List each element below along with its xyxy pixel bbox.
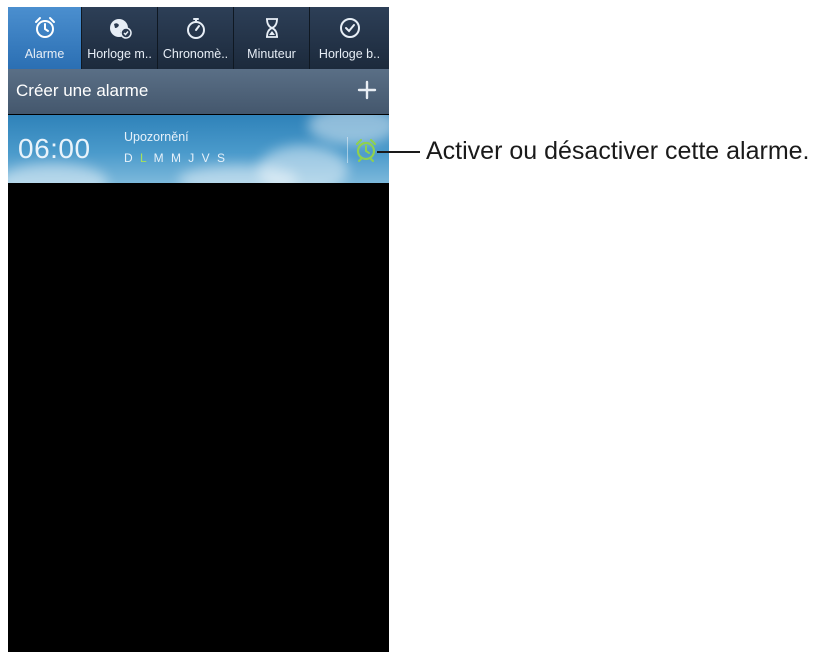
day-indicator: M <box>153 151 166 165</box>
alarm-time: 06:00 <box>18 133 91 164</box>
tab-alarm[interactable]: Alarme <box>8 7 82 69</box>
tab-desk-clock[interactable]: Horloge b.. <box>310 7 389 69</box>
tab-timer-label: Minuteur <box>247 47 296 61</box>
create-alarm-row[interactable]: Créer une alarme <box>8 69 389 114</box>
plus-icon[interactable] <box>357 80 377 100</box>
day-indicator: M <box>170 151 183 165</box>
create-alarm-label: Créer une alarme <box>16 81 149 100</box>
callout-text: Activer ou désactiver cette alarme. <box>426 137 810 165</box>
day-indicator: S <box>216 151 227 165</box>
alarm-days: D L M M J V S <box>124 151 227 165</box>
tab-bar: Alarme Horloge m.. Chronomè.. Minuteur H… <box>8 7 389 69</box>
callout-line <box>377 151 420 153</box>
day-indicator: J <box>188 151 197 165</box>
alarm-name: Upozornění <box>124 130 189 144</box>
tab-world-clock-label: Horloge m.. <box>87 47 152 61</box>
tab-world-clock[interactable]: Horloge m.. <box>82 7 158 69</box>
hourglass-icon <box>265 18 278 38</box>
alarm-list-item[interactable]: 06:00 Upozornění D L M M J V S <box>8 115 389 183</box>
day-indicator: D <box>124 151 135 165</box>
day-indicator: V <box>201 151 212 165</box>
tab-stopwatch-label: Chronomè.. <box>162 47 229 61</box>
phone-screen: Alarme Horloge m.. Chronomè.. Minuteur H… <box>8 7 389 652</box>
divider <box>347 137 348 163</box>
alarm-clock-icon <box>34 17 55 38</box>
alarm-toggle-icon[interactable] <box>353 137 379 163</box>
desk-clock-icon <box>339 18 360 38</box>
day-indicator-active: L <box>140 151 149 165</box>
cloud-decoration <box>8 163 108 183</box>
world-clock-icon <box>109 19 132 39</box>
stopwatch-icon <box>186 18 205 39</box>
tab-desk-clock-label: Horloge b.. <box>318 47 381 61</box>
tab-timer[interactable]: Minuteur <box>234 7 310 69</box>
tab-alarm-label: Alarme <box>24 47 65 61</box>
tab-stopwatch[interactable]: Chronomè.. <box>158 7 234 69</box>
